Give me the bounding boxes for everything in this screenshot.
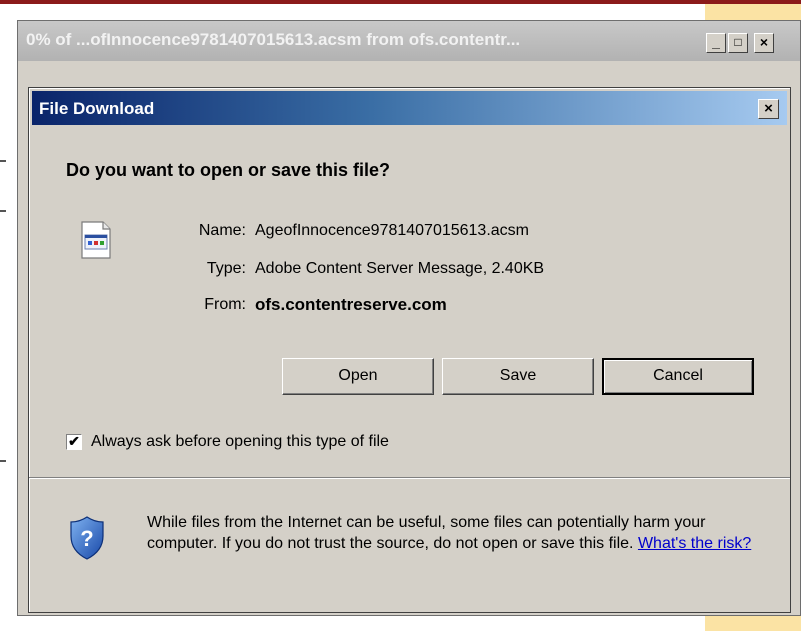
whats-the-risk-link[interactable]: What's the risk? xyxy=(638,535,751,552)
file-type-value: Adobe Content Server Message, 2.40KB xyxy=(255,260,545,277)
background-fragment xyxy=(0,460,6,462)
svg-text:?: ? xyxy=(80,526,93,551)
type-label: Type: xyxy=(206,260,246,277)
security-shield-icon: ? xyxy=(70,516,104,560)
file-name-value: AgeofInnocence9781407015613.acsm xyxy=(255,222,529,239)
outer-close-button[interactable]: × xyxy=(754,33,774,53)
download-progress-title: 0% of ...ofInnocence9781407015613.acsm f… xyxy=(26,30,521,49)
file-download-dialog: File Download × Do you want to open or s… xyxy=(28,87,791,613)
name-label: Name: xyxy=(198,222,246,239)
file-download-titlebar[interactable]: File Download × xyxy=(32,91,787,125)
save-button[interactable]: Save xyxy=(442,358,594,395)
file-source-value: ofs.contentreserve.com xyxy=(255,295,447,314)
security-warning: While files from the Internet can be use… xyxy=(147,512,767,554)
from-label: From: xyxy=(204,296,246,313)
dialog-close-button[interactable]: × xyxy=(758,99,779,119)
background-fragment xyxy=(0,210,6,212)
maximize-button[interactable]: □ xyxy=(728,33,748,53)
background-fragment xyxy=(0,160,6,162)
dialog-question: Do you want to open or save this file? xyxy=(66,160,391,180)
acsm-file-icon xyxy=(81,221,111,259)
download-progress-titlebar[interactable]: 0% of ...ofInnocence9781407015613.acsm f… xyxy=(18,21,800,61)
cancel-button[interactable]: Cancel xyxy=(602,358,754,395)
minimize-button[interactable]: _ xyxy=(706,33,726,53)
open-button[interactable]: Open xyxy=(282,358,434,395)
always-ask-label[interactable]: Always ask before opening this type of f… xyxy=(91,433,389,451)
security-warning-text: While files from the Internet can be use… xyxy=(147,514,706,552)
dialog-title: File Download xyxy=(39,99,155,118)
always-ask-checkbox[interactable]: ✔ xyxy=(66,434,82,450)
dialog-separator xyxy=(29,477,790,479)
